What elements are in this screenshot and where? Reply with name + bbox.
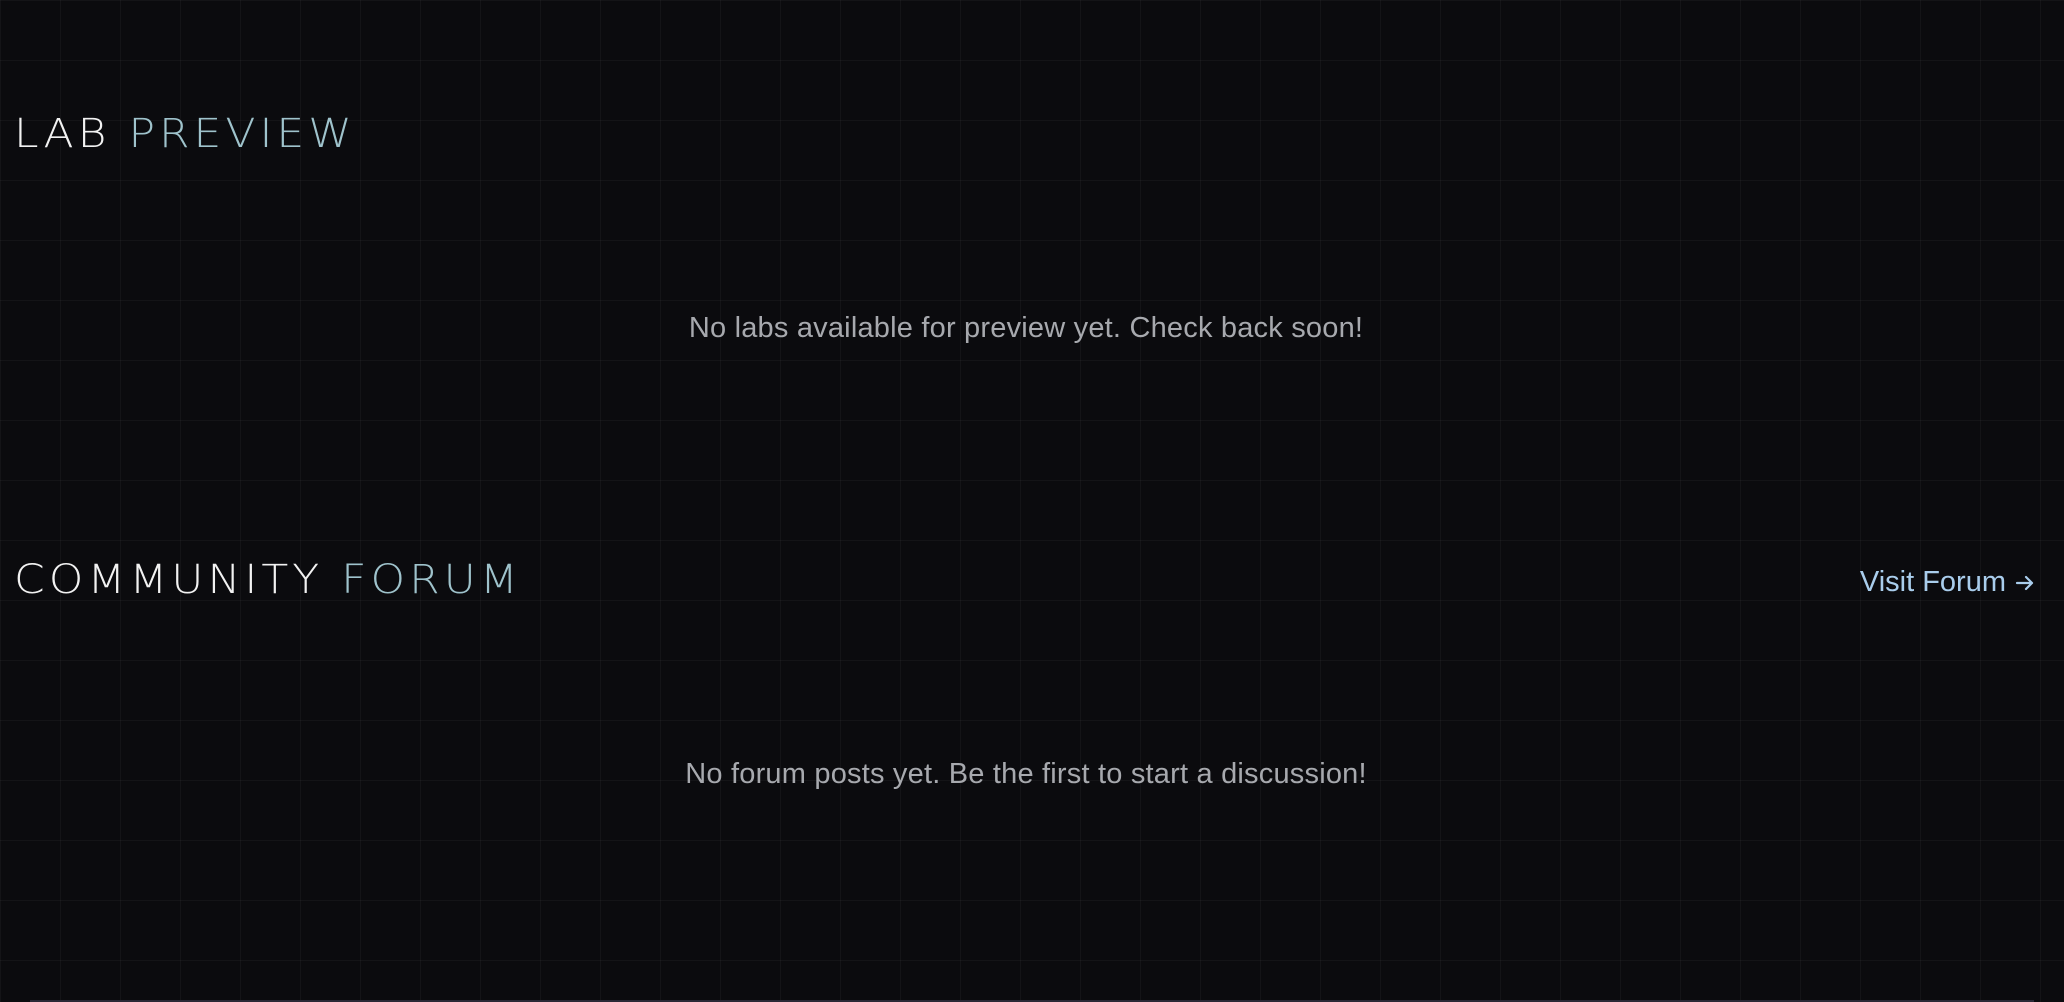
community-forum-heading-accent: FORUM [341,556,522,603]
arrow-right-icon [2014,572,2036,594]
community-forum-heading-primary: COMMUNITY [14,556,324,603]
lab-preview-heading: LAB PREVIEW [14,113,356,154]
lab-preview-heading-accent: PREVIEW [128,110,356,157]
lab-preview-heading-primary: LAB [14,110,111,157]
visit-forum-label: Visit Forum [1859,566,2006,598]
community-forum-heading: COMMUNITY FORUM [14,559,522,600]
lab-preview-section: LAB PREVIEW No labs available for previe… [0,0,2064,540]
lab-preview-empty-message: No labs available for preview yet. Check… [688,312,1364,344]
community-forum-section: COMMUNITY FORUM Visit Forum No forum pos… [0,540,2064,1000]
community-forum-empty-message: No forum posts yet. Be the first to star… [685,758,1367,790]
visit-forum-link[interactable]: Visit Forum [1860,566,2036,599]
